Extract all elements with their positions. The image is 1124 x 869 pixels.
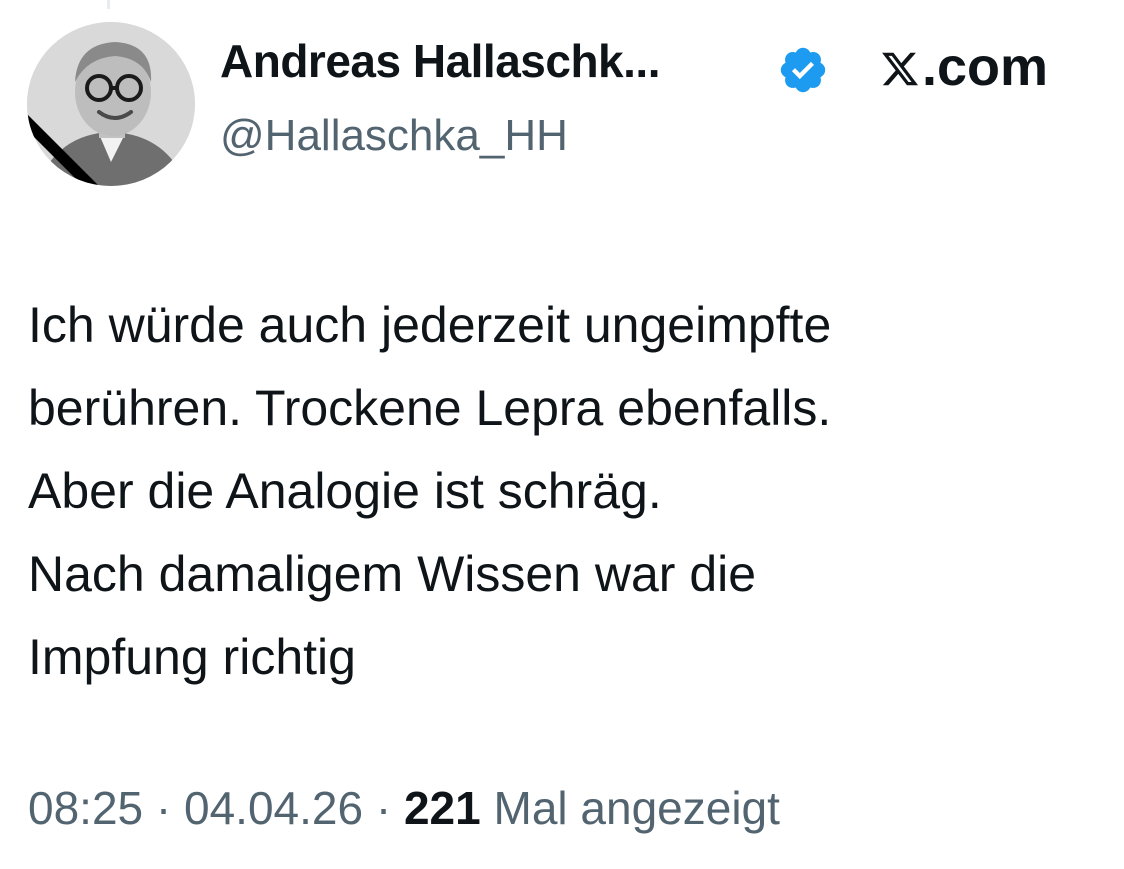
tweet-text: Ich würde auch jederzeit ungeimpfte berü… [28, 284, 1108, 699]
meta-separator: · [375, 782, 392, 834]
author-name[interactable]: Andreas Hallaschk... [220, 38, 660, 84]
tweet-meta: 08:25 · 04.04.26 · 221 Mal angezeigt [28, 785, 780, 831]
top-divider-tick [107, 0, 110, 9]
site-label[interactable]: .com [880, 40, 1048, 94]
tweet-line: Impfung richtig [28, 629, 356, 685]
avatar[interactable] [27, 22, 195, 186]
verified-badge-icon[interactable] [777, 44, 829, 96]
tweet-date[interactable]: 04.04.26 [184, 782, 363, 834]
views-label: Mal angezeigt [493, 782, 780, 834]
x-logo-icon [882, 52, 919, 86]
avatar-photo [27, 22, 195, 186]
tweet-line: Aber die Analogie ist schräg. [28, 463, 662, 519]
meta-separator: · [155, 782, 172, 834]
author-handle[interactable]: @Hallaschka_HH [220, 114, 568, 158]
views-count[interactable]: 221 [404, 782, 481, 834]
tweet-line: berühren. Trockene Lepra ebenfalls. [28, 380, 832, 436]
site-domain: .com [922, 37, 1049, 97]
tweet-time[interactable]: 08:25 [28, 782, 143, 834]
tweet-line: Ich würde auch jederzeit ungeimpfte [28, 297, 832, 353]
tweet-line: Nach damaligem Wissen war die [28, 546, 757, 602]
